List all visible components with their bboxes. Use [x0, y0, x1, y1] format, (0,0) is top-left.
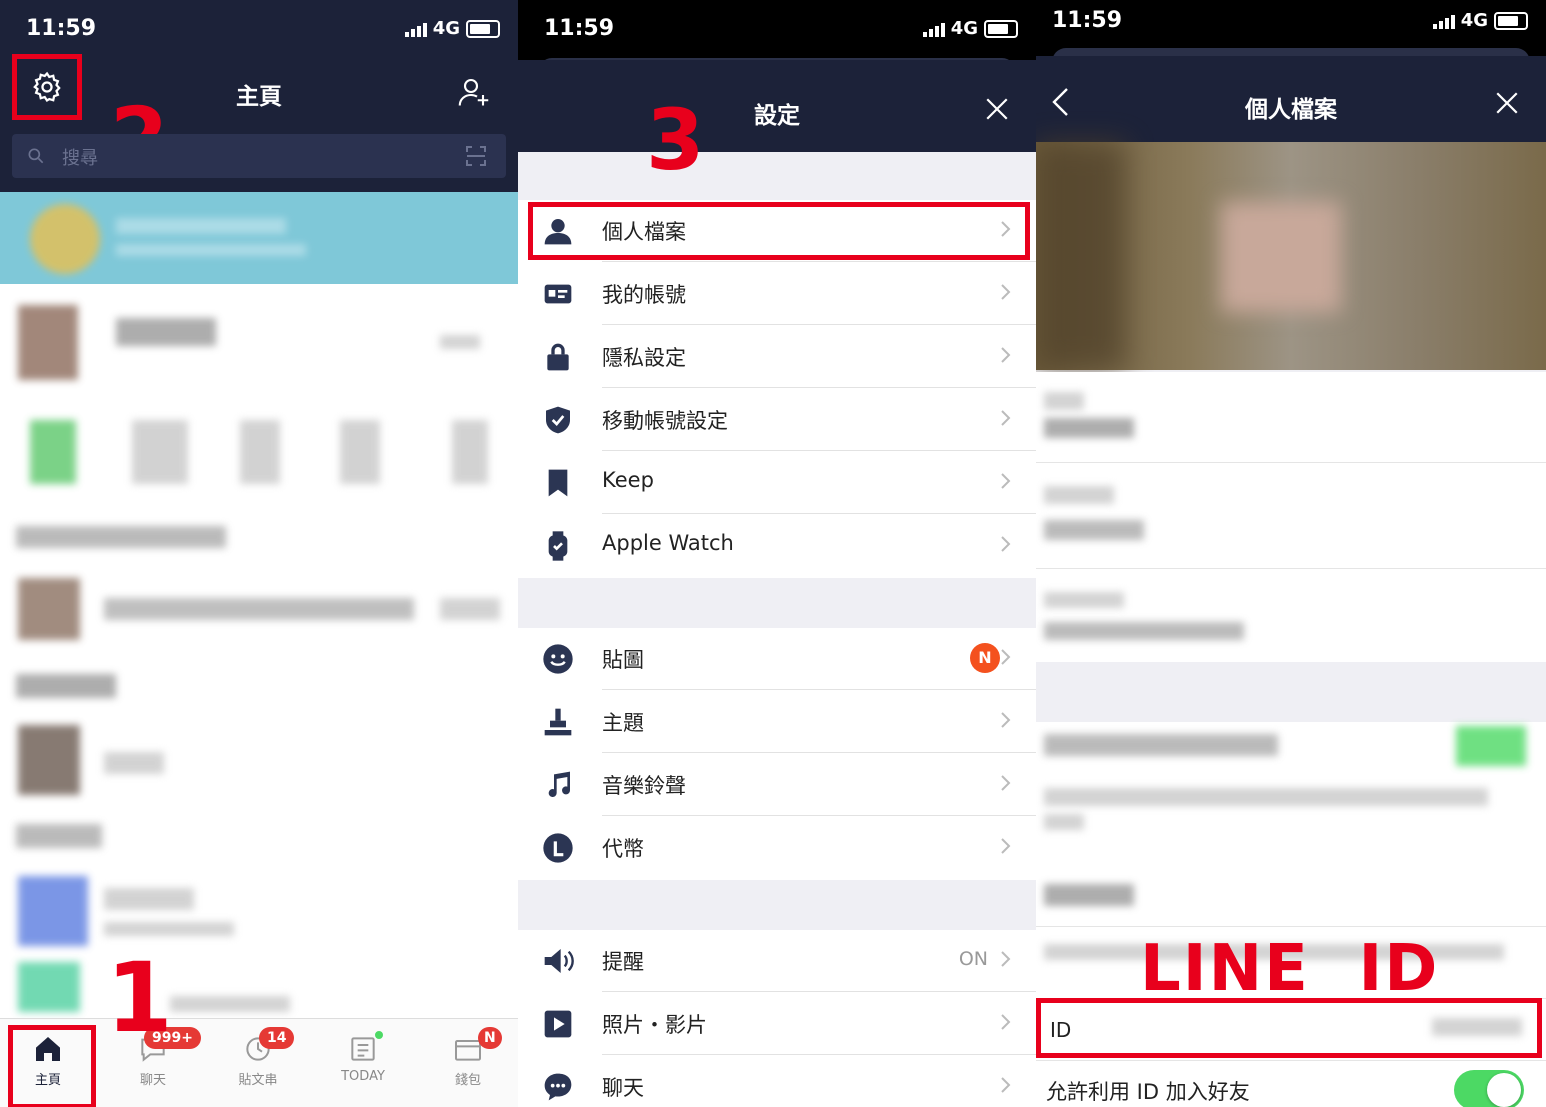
settings-item-account[interactable]: 我的帳號	[518, 263, 1036, 325]
line-id-annotation: LINE ID	[1140, 932, 1440, 1006]
home-header: 2 主頁 搜尋	[0, 54, 518, 192]
settings-item-keep[interactable]: Keep	[518, 452, 1036, 514]
id-card-icon	[544, 284, 572, 304]
step-label-3: 3	[646, 91, 705, 189]
chevron-right-icon	[1001, 536, 1011, 552]
allow-add-by-id-label: 允許利用 ID 加入好友	[1046, 1080, 1250, 1104]
profile-settings	[1036, 722, 1546, 870]
watch-icon	[548, 531, 568, 561]
chevron-right-icon	[1001, 838, 1011, 854]
id-field-label[interactable]: ID	[1050, 1018, 1071, 1042]
coin-icon	[543, 833, 573, 863]
battery-icon	[984, 19, 1018, 38]
close-icon[interactable]	[984, 96, 1010, 122]
lock-icon	[547, 343, 569, 371]
cover-photo[interactable]	[1036, 142, 1546, 370]
news-icon	[351, 1037, 375, 1061]
settings-item-chats[interactable]: 聊天	[518, 1056, 1036, 1107]
settings-item-coins[interactable]: 代幣	[518, 817, 1036, 879]
shield-icon	[546, 406, 570, 434]
profile-header: 個人檔案	[1036, 56, 1546, 142]
page-title: 主頁	[236, 84, 282, 110]
chevron-right-icon	[1001, 1077, 1011, 1093]
play-icon	[544, 1010, 572, 1038]
settings-item-apple-watch[interactable]: Apple Watch	[518, 515, 1036, 577]
chevron-right-icon	[1001, 473, 1011, 489]
status-time: 11:59	[26, 16, 97, 41]
page-title: 設定	[754, 103, 800, 129]
settings-group-content: 貼圖 N 主題 音樂鈴聲 代幣	[518, 628, 1036, 880]
scan-icon[interactable]	[464, 144, 488, 168]
search-input[interactable]: 搜尋	[12, 134, 506, 178]
profile-screen: 11:59 4G 個人檔案 LINE ID ID 允許利用 ID 加入好友	[1036, 0, 1546, 1107]
search-placeholder: 搜尋	[62, 148, 98, 169]
chevron-right-icon	[1001, 775, 1011, 791]
battery-icon	[1494, 11, 1528, 30]
smiley-icon	[543, 644, 573, 674]
settings-item-ringtones[interactable]: 音樂鈴聲	[518, 754, 1036, 816]
speaker-icon	[544, 949, 574, 973]
page-title: 個人檔案	[1245, 97, 1337, 123]
bookmark-icon	[548, 469, 568, 497]
bottom-tab-bar: 主頁 聊天 999+ 貼文串 14 TODAY 錢包 N	[0, 1018, 518, 1107]
tab-home[interactable]: 主頁	[8, 1033, 88, 1088]
chevron-right-icon	[1001, 1014, 1011, 1030]
chevron-right-icon	[1001, 347, 1011, 363]
search-icon	[28, 148, 44, 164]
chevron-right-icon	[1001, 951, 1011, 967]
battery-icon	[466, 19, 500, 38]
profile-row[interactable]	[0, 192, 518, 284]
status-bar: 11:59 4G	[518, 0, 1036, 60]
signal-icon	[922, 21, 945, 37]
signal-icon	[1432, 13, 1455, 29]
chevron-right-icon	[1001, 712, 1011, 728]
add-friend-icon[interactable]	[456, 74, 492, 110]
tab-today[interactable]: TODAY	[323, 1031, 403, 1084]
settings-item-privacy[interactable]: 隱私設定	[518, 326, 1036, 388]
today-dot	[375, 1031, 383, 1039]
music-icon	[548, 771, 571, 798]
chevron-right-icon	[1001, 649, 1011, 665]
settings-item-themes[interactable]: 主題	[518, 691, 1036, 753]
status-bar: 11:59 4G	[0, 0, 518, 60]
id-highlight-box	[1036, 998, 1542, 1058]
settings-item-notifications[interactable]: 提醒 ON	[518, 930, 1036, 992]
wallet-badge: N	[478, 1027, 502, 1049]
settings-screen: 11:59 4G 設定 3 個人檔案 我的帳號 隱私設定 移動帳號設定 Keep…	[518, 0, 1036, 1107]
chevron-right-icon	[1001, 284, 1011, 300]
new-badge: N	[970, 643, 1000, 673]
close-icon[interactable]	[1494, 90, 1520, 116]
chat-bubble-icon	[544, 1073, 572, 1101]
step-label-1: 1	[106, 942, 173, 1054]
profile-fields	[1036, 372, 1546, 662]
profile-highlight-box	[528, 202, 1030, 260]
settings-item-stickers[interactable]: 貼圖 N	[518, 628, 1036, 690]
home-icon	[36, 1037, 60, 1061]
allow-add-by-id-toggle[interactable]	[1454, 1070, 1524, 1107]
settings-item-transfer[interactable]: 移動帳號設定	[518, 389, 1036, 451]
chevron-right-icon	[1001, 410, 1011, 426]
settings-item-photos-videos[interactable]: 照片・影片	[518, 993, 1036, 1055]
settings-header: 設定	[518, 60, 1036, 152]
network-type: 4G	[432, 18, 460, 39]
settings-group-general: 提醒 ON 照片・影片 聊天	[518, 930, 1036, 1107]
home-screen: 11:59 4G 2 主頁 搜尋	[0, 0, 518, 1107]
signal-icon	[404, 21, 427, 37]
timeline-badge: 14	[259, 1027, 295, 1049]
brush-icon	[544, 708, 572, 736]
notifications-status: ON	[958, 948, 988, 970]
